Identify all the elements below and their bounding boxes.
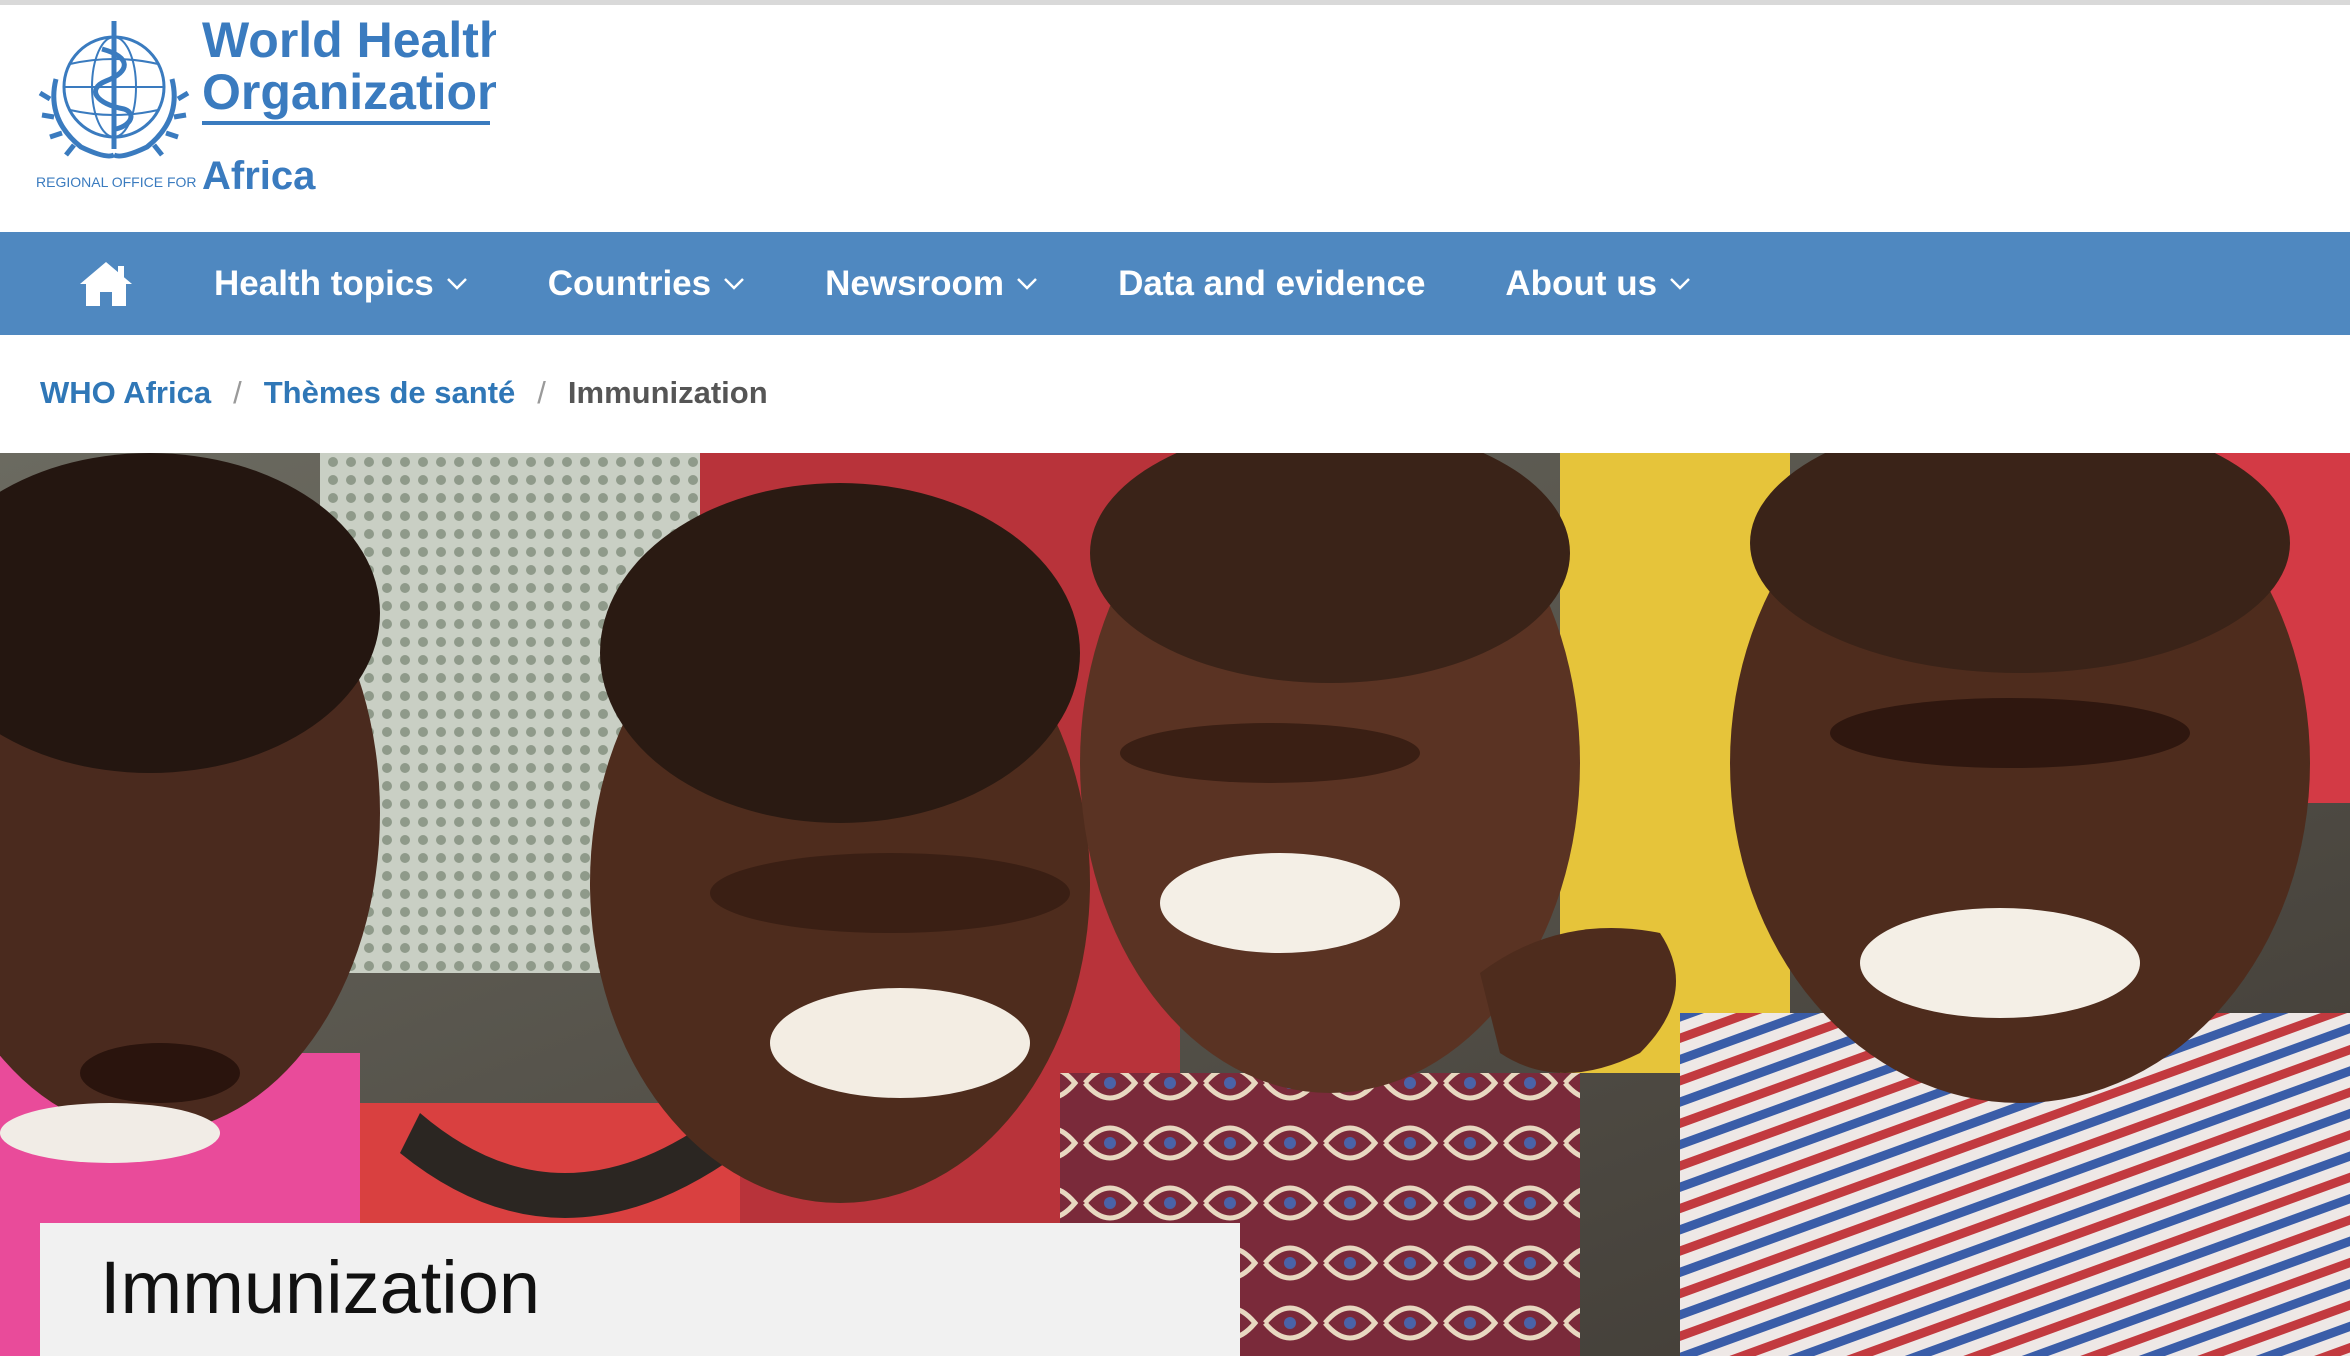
nav-newsroom[interactable]: Newsroom	[825, 232, 1038, 335]
chevron-down-icon	[446, 277, 467, 290]
chevron-down-icon	[724, 277, 745, 290]
who-emblem-icon	[38, 21, 190, 159]
breadcrumb-link-who-africa[interactable]: WHO Africa	[40, 375, 211, 411]
main-nav: Health topics Countries Newsroom Data an…	[0, 232, 2350, 335]
breadcrumb-current: Immunization	[567, 375, 768, 410]
nav-data-and-evidence-label: Data and evidence	[1118, 263, 1426, 303]
site-header: World Health Organization REGIONAL OFFIC…	[0, 5, 2350, 232]
nav-about-us-label: About us	[1505, 263, 1658, 303]
home-icon	[80, 261, 132, 306]
nav-data-and-evidence[interactable]: Data and evidence	[1118, 232, 1425, 335]
nav-home-button[interactable]	[52, 254, 160, 314]
logo-line2: Organization	[202, 64, 496, 120]
breadcrumb-link-health-topics[interactable]: Thèmes de santé	[264, 375, 516, 411]
breadcrumb-separator: /	[233, 375, 242, 410]
who-africa-logo[interactable]: World Health Organization REGIONAL OFFIC…	[36, 9, 496, 199]
hero-banner: Immunization	[0, 453, 2350, 1356]
breadcrumb: WHO Africa / Thèmes de santé / Immunizat…	[40, 370, 768, 416]
logo-region-prefix: REGIONAL OFFICE FOR	[36, 174, 197, 190]
page-title: Immunization	[100, 1246, 541, 1329]
nav-about-us[interactable]: About us	[1505, 232, 1691, 335]
nav-health-topics-label: Health topics	[214, 263, 434, 303]
nav-countries[interactable]: Countries	[548, 232, 745, 335]
logo-divider	[202, 121, 490, 125]
logo-line1: World Health	[202, 12, 496, 68]
nav-countries-label: Countries	[547, 263, 712, 303]
nav-newsroom-label: Newsroom	[825, 263, 1005, 303]
hero-photo-children	[0, 453, 2350, 1356]
logo-region: Africa	[202, 154, 316, 198]
chevron-down-icon	[1017, 277, 1037, 290]
chevron-down-icon	[1670, 277, 1690, 290]
hero-title-box: Immunization	[40, 1223, 1240, 1356]
nav-health-topics[interactable]: Health topics	[214, 232, 468, 335]
breadcrumb-separator: /	[537, 375, 546, 410]
